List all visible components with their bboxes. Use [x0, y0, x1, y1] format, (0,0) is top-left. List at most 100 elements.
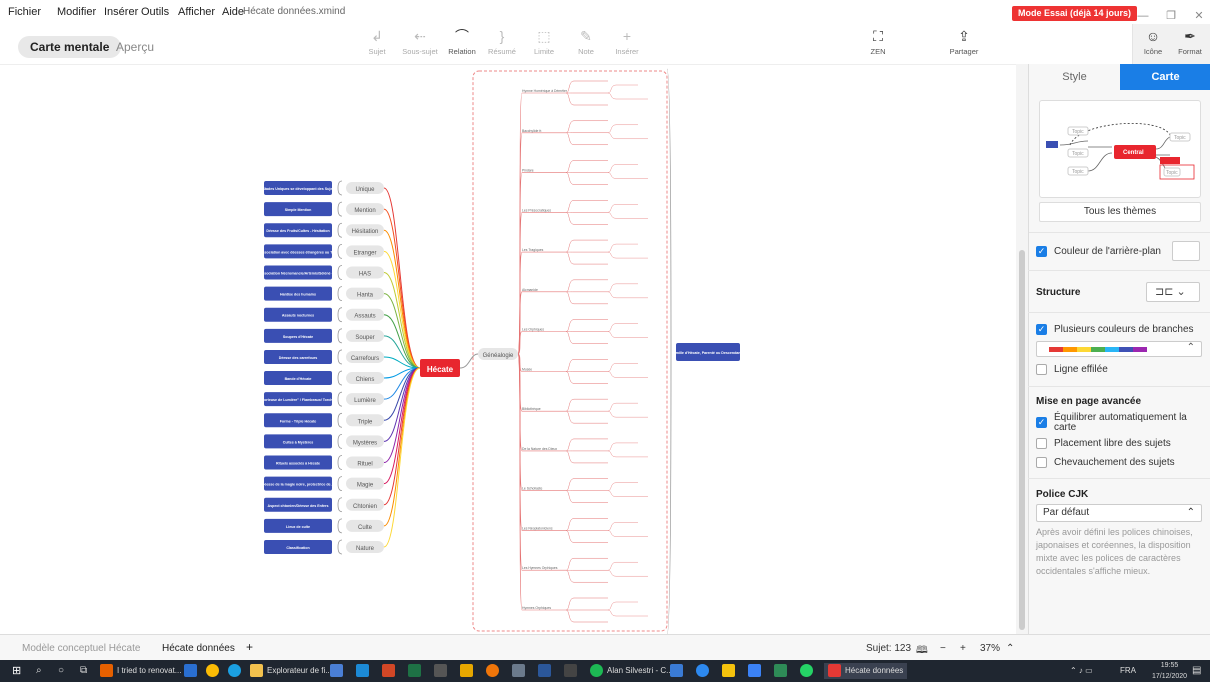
bg-color-checkbox[interactable]: ✓ — [1036, 246, 1047, 257]
branch-node-label[interactable]: Rituel — [357, 462, 372, 468]
zoom-in-button[interactable]: + — [960, 643, 966, 654]
all-themes-button[interactable]: Tous les thèmes — [1039, 202, 1201, 222]
taskbar-spotify[interactable]: Alan Silvestri - C... — [590, 663, 673, 679]
search-icon[interactable]: ⌕ — [36, 663, 42, 679]
share-button[interactable]: ⇪ Partager — [944, 26, 984, 62]
branch-node-label[interactable]: Hésitation — [352, 229, 379, 235]
taskbar-firefox[interactable]: I tried to renovat... — [100, 663, 181, 679]
branch-node-label[interactable]: Chtonien — [353, 504, 377, 510]
detail-node-label[interactable]: Déesse des Fruits/Cultes - Hésitation — [266, 229, 329, 233]
tapered-checkbox[interactable] — [1036, 364, 1047, 375]
branch-node-label[interactable]: Chiens — [356, 377, 375, 383]
cortana-icon[interactable]: ○ — [58, 663, 64, 679]
detail-node-label[interactable]: Assauts nocturnes — [282, 314, 314, 318]
close-icon[interactable]: ✕ — [1192, 9, 1206, 23]
vertical-scrollbar[interactable] — [1016, 64, 1028, 634]
summary-button[interactable]: } Résumé — [482, 26, 522, 62]
bg-color-swatch[interactable] — [1172, 241, 1200, 261]
branch-node-label[interactable]: Hanta — [357, 293, 374, 299]
icon-panel-button[interactable]: ☺ Icône — [1135, 26, 1171, 62]
taskbar-help[interactable] — [696, 663, 713, 679]
detail-node-label[interactable]: Classification — [286, 546, 309, 550]
tab-style[interactable]: Style — [1029, 64, 1120, 90]
branch-node-label[interactable]: Mention — [354, 208, 375, 214]
scroll-thumb[interactable] — [1019, 250, 1025, 630]
detail-node-label[interactable]: Association Nécromancie/Artémis/Séléné -… — [260, 271, 337, 275]
taskbar-settings[interactable] — [434, 663, 451, 679]
taskbar-app-w[interactable] — [774, 663, 791, 679]
add-sheet-button[interactable]: + — [246, 640, 253, 654]
taskbar-powerpoint[interactable] — [382, 663, 399, 679]
branch-node-label[interactable]: Unique — [355, 187, 375, 193]
detail-node-label[interactable]: Forme - Triple Hécate — [280, 419, 317, 423]
branch-node-label[interactable]: Culte — [358, 525, 373, 531]
detail-node-label[interactable]: Association avec déesses étrangères ou T… — [260, 250, 337, 254]
central-node-label[interactable]: Hécate — [427, 365, 454, 374]
taskbar-store[interactable] — [330, 663, 347, 679]
task-view-icon[interactable]: ⧉ — [80, 663, 87, 679]
cjk-font-select[interactable]: Par défaut ⌃ — [1036, 504, 1202, 522]
branch-colors-dropdown[interactable]: ⌃ — [1036, 341, 1202, 357]
branch-node-label[interactable]: HAS — [359, 271, 371, 277]
clock[interactable]: 19:55 17/12/2020 — [1152, 660, 1187, 680]
minimize-icon[interactable]: — — [1136, 9, 1150, 23]
detail-node-label[interactable]: Simple Mention — [285, 208, 312, 212]
note-button[interactable]: ✎ Note — [566, 26, 606, 62]
overlap-checkbox[interactable] — [1036, 457, 1047, 468]
branch-node-label[interactable]: Lumière — [354, 398, 376, 404]
taskbar-mail[interactable] — [356, 663, 373, 679]
taskbar-app-a[interactable] — [670, 663, 687, 679]
tab-map[interactable]: Carte — [1120, 64, 1210, 90]
genealogy-node-label[interactable]: Généalogie — [483, 353, 514, 359]
mind-map-canvas[interactable]: Hécate Unique Stades Uniques se développan… — [0, 64, 1016, 634]
auto-balance-checkbox[interactable]: ✓ — [1036, 417, 1047, 428]
trial-badge[interactable]: Mode Essai (déjà 14 jours) — [1012, 6, 1138, 21]
zoom-out-button[interactable]: − — [940, 643, 946, 654]
detail-node-label[interactable]: Aspect chtonien/Déesse des Enfers — [268, 504, 329, 508]
taskbar-app-calc[interactable] — [564, 663, 581, 679]
branch-node-label[interactable]: Assauts — [354, 314, 375, 320]
taskbar-app-pen[interactable] — [512, 663, 529, 679]
detail-node-label[interactable]: Hantise des humains — [280, 293, 316, 297]
taskbar-chrome[interactable] — [206, 663, 223, 679]
branch-node-label[interactable]: Etranger — [353, 250, 376, 256]
boundary-button[interactable]: ⬚ Limite — [524, 26, 564, 62]
sheet-tab-1[interactable]: Modèle conceptuel Hécate — [22, 643, 140, 654]
taskbar-app-g[interactable] — [748, 663, 765, 679]
menu-fichier[interactable]: Fichier — [8, 6, 41, 18]
taskbar-app-k[interactable] — [184, 663, 201, 679]
zoom-level[interactable]: 37% — [980, 643, 1000, 654]
branch-node-label[interactable]: Carrefours — [351, 356, 379, 362]
detail-node-label[interactable]: "Porteuse de Lumière" / Flambeaux/ Torch… — [260, 398, 336, 402]
taskbar-app-y[interactable] — [722, 663, 739, 679]
taskbar-app-c[interactable] — [228, 663, 245, 679]
detail-node-label[interactable]: Lieux de culte — [286, 525, 310, 529]
branch-node-label[interactable]: Magie — [357, 483, 374, 489]
structure-dropdown[interactable]: ⊐⊏ ⌄ — [1146, 282, 1200, 302]
taskbar-word[interactable] — [538, 663, 555, 679]
taskbar-excel[interactable] — [408, 663, 425, 679]
multi-colors-checkbox[interactable]: ✓ — [1036, 324, 1047, 335]
detail-node-label[interactable]: Rituels associés à Hécate — [276, 462, 320, 466]
taskbar-app-s[interactable] — [460, 663, 477, 679]
taskbar-xmind[interactable]: Hécate données — [824, 663, 908, 679]
branch-node-label[interactable]: Nature — [356, 546, 375, 552]
detail-node-label[interactable]: Bande d'Hécate — [285, 377, 312, 381]
taskbar-app-o[interactable] — [486, 663, 503, 679]
insert-button[interactable]: + Insérer — [607, 26, 647, 62]
subtopic-button[interactable]: ↲ Sujet — [357, 26, 397, 62]
relationship-button[interactable]: ⌒ Relation — [442, 26, 482, 62]
tab-outline[interactable]: Aperçu — [104, 36, 166, 58]
book-icon[interactable]: 🕮 — [916, 643, 928, 660]
notifications-icon[interactable]: ▤ — [1192, 663, 1201, 679]
taskbar-explorer[interactable]: Explorateur de fi... — [250, 663, 332, 679]
theme-preview[interactable]: Topic Topic Topic Central Topic Topic — [1039, 100, 1201, 198]
detail-node-label[interactable]: Déesse des carrefours — [279, 356, 318, 360]
chevron-updown-icon[interactable]: ⌃ — [1006, 643, 1014, 654]
child-topic-button[interactable]: ⇠ Sous-sujet — [400, 26, 440, 62]
branch-node-label[interactable]: Souper — [355, 335, 374, 341]
menu-inserer[interactable]: Insérer — [104, 6, 138, 18]
taskbar-whatsapp[interactable] — [800, 663, 817, 679]
zen-button[interactable]: ⛶ ZEN — [858, 26, 898, 62]
restore-icon[interactable]: ❐ — [1164, 9, 1178, 23]
